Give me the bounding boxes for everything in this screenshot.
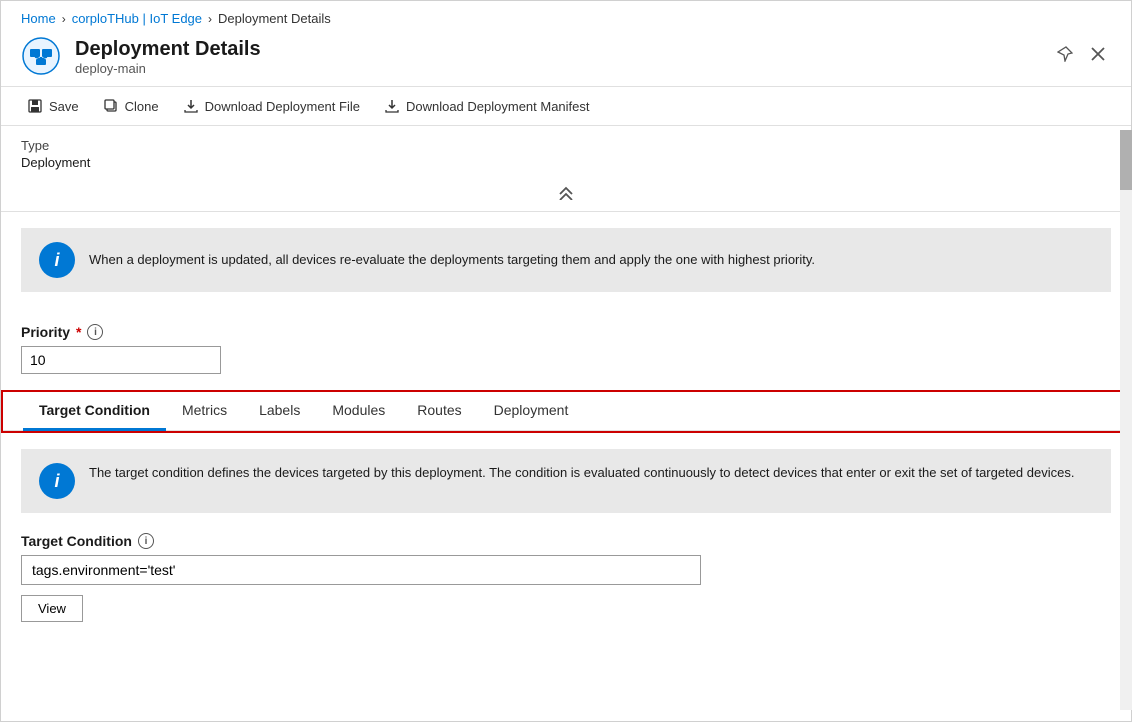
clone-button[interactable]: Clone bbox=[93, 93, 169, 119]
target-condition-label-row: Target Condition i bbox=[21, 533, 1111, 549]
panel-title-section: Deployment Details deploy-main bbox=[21, 36, 261, 76]
tabs-container: Target Condition Metrics Labels Modules … bbox=[1, 390, 1131, 433]
collapse-button[interactable] bbox=[546, 182, 586, 207]
breadcrumb: Home › corploTHub | IoT Edge › Deploymen… bbox=[1, 1, 1131, 32]
content-area: Type Deployment i bbox=[1, 126, 1131, 721]
pin-button[interactable] bbox=[1051, 40, 1079, 68]
tab-modules-label: Modules bbox=[332, 402, 385, 418]
target-condition-section: i The target condition defines the devic… bbox=[1, 449, 1131, 642]
scrollbar[interactable] bbox=[1120, 130, 1132, 710]
tab-target-condition-label: Target Condition bbox=[39, 402, 150, 418]
priority-label-text: Priority bbox=[21, 324, 70, 340]
collapse-row[interactable] bbox=[1, 178, 1131, 212]
info-box-text: When a deployment is updated, all device… bbox=[89, 250, 815, 270]
priority-label-row: Priority * i bbox=[21, 324, 1111, 340]
info-i-letter: i bbox=[54, 250, 59, 271]
tab-labels-label: Labels bbox=[259, 402, 300, 418]
target-info-icon: i bbox=[39, 463, 75, 499]
breadcrumb-sep1: › bbox=[62, 12, 66, 26]
panel-top-actions bbox=[1051, 36, 1111, 68]
page-title: Deployment Details bbox=[75, 37, 261, 61]
tab-routes[interactable]: Routes bbox=[401, 392, 477, 431]
target-condition-label: Target Condition bbox=[21, 533, 132, 549]
target-info-text: The target condition defines the devices… bbox=[89, 463, 1074, 483]
target-info-i-letter: i bbox=[54, 471, 59, 492]
update-info-box: i When a deployment is updated, all devi… bbox=[21, 228, 1111, 292]
page-subtitle: deploy-main bbox=[75, 61, 261, 76]
tab-routes-label: Routes bbox=[417, 402, 461, 418]
type-section: Type Deployment bbox=[1, 126, 1131, 178]
toolbar: Save Clone Download Deployment File bbox=[1, 87, 1131, 126]
download-manifest-button[interactable]: Download Deployment Manifest bbox=[374, 93, 600, 119]
required-star: * bbox=[76, 324, 81, 340]
info-box-wrapper: i When a deployment is updated, all devi… bbox=[1, 212, 1131, 292]
save-button[interactable]: Save bbox=[17, 93, 89, 119]
clone-label: Clone bbox=[125, 99, 159, 114]
scrollbar-thumb[interactable] bbox=[1120, 130, 1132, 190]
target-condition-info-icon[interactable]: i bbox=[138, 533, 154, 549]
breadcrumb-home[interactable]: Home bbox=[21, 11, 56, 26]
tab-metrics-label: Metrics bbox=[182, 402, 227, 418]
breadcrumb-current: Deployment Details bbox=[218, 11, 331, 26]
type-value: Deployment bbox=[21, 155, 1111, 170]
info-icon: i bbox=[39, 242, 75, 278]
breadcrumb-sep2: › bbox=[208, 12, 212, 26]
tabs-bar: Target Condition Metrics Labels Modules … bbox=[3, 392, 1129, 431]
target-info-box: i The target condition defines the devic… bbox=[21, 449, 1111, 513]
deployment-icon bbox=[21, 36, 61, 76]
close-button[interactable] bbox=[1085, 40, 1111, 68]
view-button-label: View bbox=[38, 601, 66, 616]
priority-section: Priority * i bbox=[1, 308, 1131, 390]
download-file-label: Download Deployment File bbox=[205, 99, 360, 114]
tab-target-condition[interactable]: Target Condition bbox=[23, 392, 166, 431]
priority-info-icon[interactable]: i bbox=[87, 324, 103, 340]
tab-labels[interactable]: Labels bbox=[243, 392, 316, 431]
panel-header: Deployment Details deploy-main bbox=[1, 32, 1131, 87]
tab-deployment[interactable]: Deployment bbox=[478, 392, 585, 431]
target-condition-input[interactable] bbox=[21, 555, 701, 585]
tab-modules[interactable]: Modules bbox=[316, 392, 401, 431]
breadcrumb-hub[interactable]: corploTHub | IoT Edge bbox=[72, 11, 202, 26]
type-label: Type bbox=[21, 138, 1111, 153]
panel-title: Deployment Details deploy-main bbox=[75, 37, 261, 76]
save-label: Save bbox=[49, 99, 79, 114]
tab-metrics[interactable]: Metrics bbox=[166, 392, 243, 431]
tab-deployment-label: Deployment bbox=[494, 402, 569, 418]
view-button[interactable]: View bbox=[21, 595, 83, 622]
priority-input[interactable] bbox=[21, 346, 221, 374]
download-file-button[interactable]: Download Deployment File bbox=[173, 93, 370, 119]
download-manifest-label: Download Deployment Manifest bbox=[406, 99, 590, 114]
